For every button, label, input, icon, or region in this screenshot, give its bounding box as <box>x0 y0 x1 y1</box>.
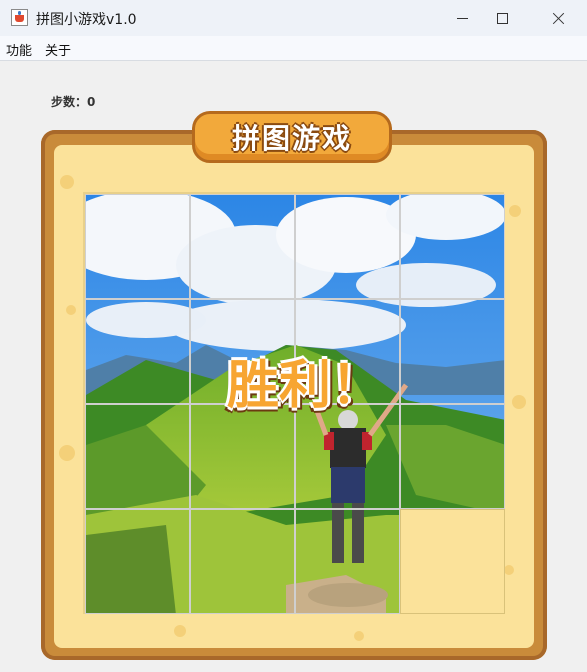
puzzle-tile[interactable] <box>190 194 295 299</box>
puzzle-tile[interactable] <box>400 194 505 299</box>
puzzle-tile[interactable] <box>400 299 505 404</box>
game-title-banner: 拼图游戏 <box>192 111 392 163</box>
puzzle-tile[interactable] <box>400 404 505 509</box>
game-title: 拼图游戏 <box>231 122 352 155</box>
menu-function[interactable]: 功能 <box>6 40 32 59</box>
menu-bar: 功能 关于 <box>0 36 587 61</box>
menu-about[interactable]: 关于 <box>45 40 71 59</box>
puzzle-tile[interactable] <box>190 509 295 614</box>
maximize-icon <box>496 12 508 24</box>
puzzle-tile[interactable] <box>295 509 400 614</box>
puzzle-tile[interactable] <box>295 404 400 509</box>
maximize-button[interactable] <box>477 0 527 36</box>
puzzle-tile[interactable] <box>85 509 190 614</box>
java-cup-icon <box>11 9 28 26</box>
puzzle-tile-empty[interactable] <box>400 509 505 614</box>
step-counter: 步数：0 <box>51 95 96 109</box>
puzzle-tile[interactable] <box>295 194 400 299</box>
minimize-icon <box>456 17 468 19</box>
close-button[interactable] <box>533 0 583 36</box>
window-title: 拼图小游戏v1.0 <box>36 12 137 28</box>
victory-text: 胜利！ <box>226 355 383 416</box>
puzzle-tile[interactable] <box>85 404 190 509</box>
puzzle-tile[interactable] <box>85 194 190 299</box>
puzzle-tile[interactable] <box>85 299 190 404</box>
close-icon <box>552 12 565 25</box>
title-bar[interactable]: 拼图小游戏v1.0 <box>0 0 587 36</box>
puzzle-tile[interactable] <box>190 404 295 509</box>
